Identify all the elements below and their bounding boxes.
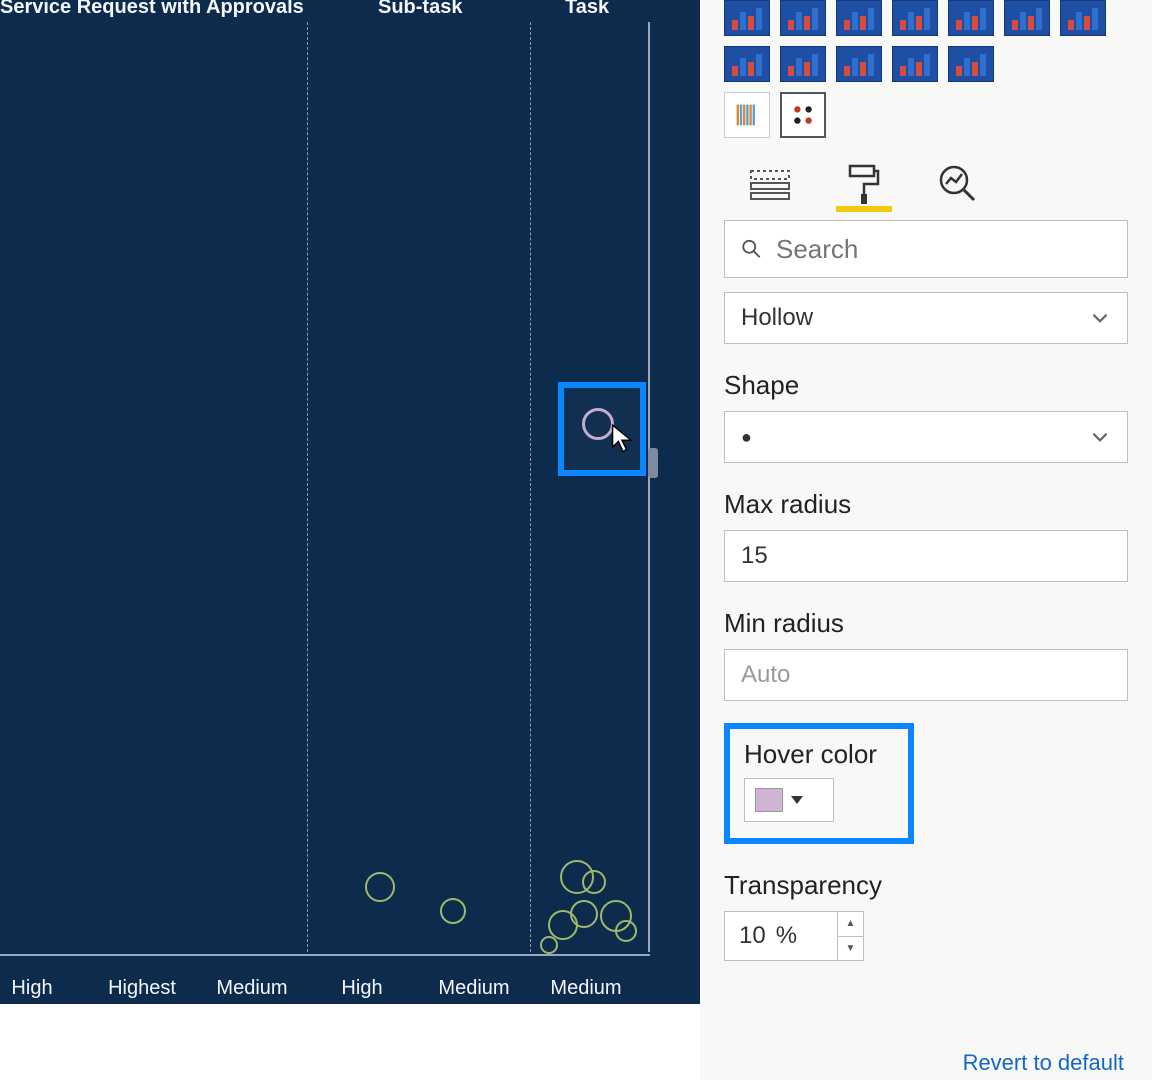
- viz-type-tile[interactable]: [724, 46, 770, 82]
- report-canvas[interactable]: Service Request with Approvals Sub-task …: [0, 0, 700, 1008]
- data-point[interactable]: [582, 870, 606, 894]
- spinner-up[interactable]: ▲: [838, 912, 863, 937]
- viz-type-tile[interactable]: [780, 0, 826, 36]
- viz-type-tile[interactable]: [836, 0, 882, 36]
- x-tick-label: Medium: [438, 977, 509, 1000]
- viz-type-tile[interactable]: [780, 46, 826, 82]
- search-input[interactable]: [776, 234, 1111, 265]
- transparency-spinner[interactable]: 10 % ▲ ▼: [724, 911, 864, 961]
- shape-dropdown[interactable]: ●: [724, 411, 1128, 463]
- hover-color-label: Hover color: [744, 739, 894, 770]
- viz-type-tile[interactable]: [1004, 0, 1050, 36]
- visualizations-pane: Hollow Shape ● Max radius 15 Min radius …: [700, 0, 1152, 1080]
- x-tick-label: Highest: [108, 977, 176, 1000]
- beeswarm-chart[interactable]: Service Request with Approvals Sub-task …: [0, 0, 700, 1004]
- min-radius-label: Min radius: [724, 608, 1128, 639]
- viz-type-tile[interactable]: [948, 0, 994, 36]
- column-header: Service Request with Approvals: [0, 0, 304, 19]
- dropdown-value: Hollow: [741, 304, 813, 332]
- spinner-down[interactable]: ▼: [838, 937, 863, 961]
- visualization-gallery: [724, 0, 1128, 82]
- chevron-down-icon: [1089, 307, 1111, 329]
- input-placeholder: Auto: [741, 661, 790, 689]
- x-tick-label: High: [341, 977, 382, 1000]
- scrollbar-thumb[interactable]: [648, 448, 658, 478]
- fields-tab[interactable]: [748, 162, 792, 206]
- viz-type-tile[interactable]: [724, 92, 770, 138]
- min-radius-input[interactable]: Auto: [724, 649, 1128, 701]
- x-tick-label: Medium: [216, 977, 287, 1000]
- spinner-value: 10: [739, 922, 766, 950]
- chevron-down-icon: [1089, 426, 1111, 448]
- viz-type-tile[interactable]: [1060, 0, 1106, 36]
- plot-border-right: [648, 22, 650, 952]
- format-tab[interactable]: [842, 162, 886, 206]
- viz-type-tile[interactable]: [724, 0, 770, 36]
- grid-line: [307, 22, 308, 952]
- analytics-tab[interactable]: [936, 162, 980, 206]
- data-point[interactable]: [440, 898, 466, 924]
- magnifier-chart-icon: [938, 164, 978, 204]
- cursor-icon: [610, 424, 636, 454]
- grid-line: [530, 22, 531, 952]
- viz-type-tile[interactable]: [892, 0, 938, 36]
- viz-type-tile-selected[interactable]: [780, 92, 826, 138]
- hover-color-picker[interactable]: [744, 778, 834, 822]
- spinner-unit: %: [776, 922, 797, 950]
- paint-roller-icon: [846, 164, 882, 204]
- data-point[interactable]: [365, 872, 395, 902]
- marker-style-dropdown[interactable]: Hollow: [724, 292, 1128, 344]
- input-value: 15: [741, 542, 768, 570]
- data-point[interactable]: [540, 936, 558, 954]
- data-point[interactable]: [615, 920, 637, 942]
- search-icon: [741, 235, 762, 263]
- hover-color-highlight: Hover color: [724, 723, 914, 844]
- shape-label: Shape: [724, 370, 1128, 401]
- column-header: Sub-task: [378, 0, 462, 19]
- transparency-label: Transparency: [724, 870, 1128, 901]
- viz-type-tile[interactable]: [892, 46, 938, 82]
- dropdown-value: ●: [741, 427, 752, 448]
- viz-type-tile[interactable]: [948, 46, 994, 82]
- caret-down-icon: [791, 796, 803, 804]
- format-search[interactable]: [724, 220, 1128, 278]
- x-tick-label: Medium: [550, 977, 621, 1000]
- x-tick-label: High: [11, 977, 52, 1000]
- plot-border-bottom: [0, 954, 650, 956]
- revert-to-default-link[interactable]: Revert to default: [963, 1050, 1124, 1076]
- fields-icon: [749, 167, 791, 201]
- data-point[interactable]: [548, 910, 578, 940]
- max-radius-input[interactable]: 15: [724, 530, 1128, 582]
- color-swatch: [755, 788, 783, 812]
- column-header: Task: [565, 0, 609, 19]
- max-radius-label: Max radius: [724, 489, 1128, 520]
- viz-type-tile[interactable]: [836, 46, 882, 82]
